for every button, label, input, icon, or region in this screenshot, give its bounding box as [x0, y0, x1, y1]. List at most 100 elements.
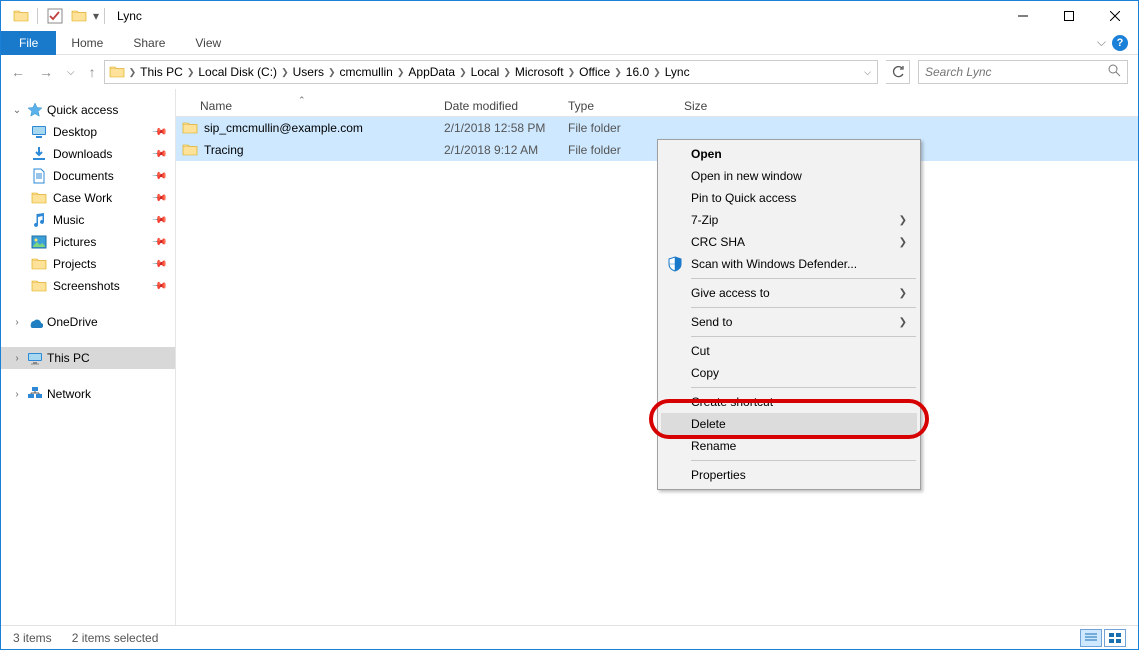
tab-home[interactable]: Home: [56, 32, 118, 54]
col-type[interactable]: Type: [560, 99, 676, 113]
nav-item-desktop[interactable]: Desktop📌: [1, 121, 175, 143]
address-row: ← → ⌵ ↑ ❯ This PC❯ Local Disk (C:)❯ User…: [1, 55, 1138, 89]
large-icons-view-button[interactable]: [1104, 629, 1126, 647]
chevron-right-icon[interactable]: ❯: [610, 67, 626, 78]
search-icon[interactable]: [1108, 64, 1121, 80]
network-icon: [27, 386, 43, 402]
desktop-icon: [31, 124, 47, 140]
pin-icon: 📌: [150, 124, 167, 141]
pin-icon: 📌: [150, 212, 167, 229]
cm-delete[interactable]: Delete: [661, 413, 917, 435]
breadcrumb-item[interactable]: This PC❯: [140, 65, 198, 79]
breadcrumb-item[interactable]: Office❯: [579, 65, 626, 79]
maximize-button[interactable]: [1046, 1, 1092, 31]
chevron-right-icon[interactable]: ❯: [183, 67, 199, 78]
history-dropdown-icon[interactable]: ⌵: [67, 67, 75, 78]
chevron-right-icon: ❯: [899, 288, 907, 299]
cm-give-access[interactable]: Give access to❯: [661, 282, 917, 304]
chevron-right-icon: ❯: [899, 215, 907, 226]
cm-defender[interactable]: Scan with Windows Defender...: [661, 253, 917, 275]
cm-open-new-window[interactable]: Open in new window: [661, 165, 917, 187]
breadcrumb-item[interactable]: cmcmullin❯: [340, 65, 409, 79]
refresh-button[interactable]: [886, 60, 910, 84]
cm-crc-sha[interactable]: CRC SHA❯: [661, 231, 917, 253]
cm-copy[interactable]: Copy: [661, 362, 917, 384]
breadcrumb-dropdown-icon[interactable]: ⌵: [858, 67, 877, 78]
file-tab[interactable]: File: [1, 31, 56, 55]
nav-item-music[interactable]: Music📌: [1, 209, 175, 231]
search-box[interactable]: [918, 60, 1128, 84]
breadcrumb-item[interactable]: AppData❯: [408, 65, 470, 79]
chevron-right-icon[interactable]: ›: [11, 353, 23, 364]
nav-item-pictures[interactable]: Pictures📌: [1, 231, 175, 253]
qat-dropdown-icon[interactable]: ▾: [93, 9, 99, 23]
col-size[interactable]: Size: [676, 99, 756, 113]
nav-item-screenshots[interactable]: Screenshots📌: [1, 275, 175, 297]
separator: [691, 336, 916, 337]
cm-properties[interactable]: Properties: [661, 464, 917, 486]
breadcrumb-item[interactable]: Users❯: [293, 65, 340, 79]
details-view-button[interactable]: [1080, 629, 1102, 647]
pictures-icon: [31, 234, 47, 250]
breadcrumb-item[interactable]: Local Disk (C:)❯: [198, 65, 292, 79]
nav-item-casework[interactable]: Case Work📌: [1, 187, 175, 209]
breadcrumb-item[interactable]: Lync: [665, 65, 690, 79]
properties-check-icon[interactable]: [43, 5, 66, 28]
chevron-right-icon[interactable]: ❯: [277, 67, 293, 78]
minimize-button[interactable]: [1000, 1, 1046, 31]
view-toggles: [1080, 629, 1126, 647]
col-name[interactable]: Name⌃: [176, 99, 436, 113]
cm-7zip[interactable]: 7-Zip❯: [661, 209, 917, 231]
star-icon: [27, 102, 43, 118]
tab-share[interactable]: Share: [118, 32, 180, 54]
nav-item-documents[interactable]: Documents📌: [1, 165, 175, 187]
chevron-right-icon[interactable]: ›: [11, 389, 23, 400]
chevron-right-icon[interactable]: ❯: [125, 67, 141, 78]
breadcrumb-item[interactable]: 16.0❯: [626, 65, 665, 79]
chevron-right-icon[interactable]: ❯: [455, 67, 471, 78]
cm-rename[interactable]: Rename: [661, 435, 917, 457]
chevron-right-icon[interactable]: ❯: [564, 67, 580, 78]
column-headers: Name⌃ Date modified Type Size: [176, 89, 1138, 117]
close-button[interactable]: [1092, 1, 1138, 31]
chevron-right-icon[interactable]: ❯: [499, 67, 515, 78]
nav-buttons: ← → ⌵ ↑: [11, 64, 96, 80]
shield-icon: [667, 256, 683, 272]
table-row[interactable]: sip_cmcmullin@example.com 2/1/2018 12:58…: [176, 117, 1138, 139]
chevron-right-icon[interactable]: ›: [11, 317, 23, 328]
breadcrumb-item[interactable]: Microsoft❯: [515, 65, 579, 79]
window-title: Lync: [117, 9, 142, 23]
chevron-right-icon[interactable]: ❯: [324, 67, 340, 78]
tab-view[interactable]: View: [180, 32, 236, 54]
cm-cut[interactable]: Cut: [661, 340, 917, 362]
music-icon: [31, 212, 47, 228]
chevron-down-icon[interactable]: ⌄: [11, 105, 23, 116]
nav-quick-access[interactable]: ⌄ Quick access: [1, 99, 175, 121]
search-input[interactable]: [925, 65, 1108, 79]
nav-network[interactable]: ›Network: [1, 383, 175, 405]
help-icon[interactable]: ?: [1112, 35, 1128, 51]
nav-group-quick-access: ⌄ Quick access Desktop📌 Downloads📌 Docum…: [1, 99, 175, 297]
forward-button[interactable]: →: [39, 64, 53, 80]
onedrive-icon: [27, 314, 43, 330]
cm-pin-quick-access[interactable]: Pin to Quick access: [661, 187, 917, 209]
cm-open[interactable]: Open: [661, 143, 917, 165]
breadcrumb[interactable]: ❯ This PC❯ Local Disk (C:)❯ Users❯ cmcmu…: [104, 60, 878, 84]
chevron-right-icon[interactable]: ❯: [649, 67, 665, 78]
cm-send-to[interactable]: Send to❯: [661, 311, 917, 333]
folder-icon: [182, 120, 198, 136]
nav-item-downloads[interactable]: Downloads📌: [1, 143, 175, 165]
chevron-right-icon[interactable]: ❯: [393, 67, 409, 78]
nav-this-pc[interactable]: ›This PC: [1, 347, 175, 369]
window-controls: [1000, 1, 1138, 31]
ribbon-expand-icon[interactable]: ⌵: [1097, 35, 1106, 50]
back-button[interactable]: ←: [11, 64, 25, 80]
cm-create-shortcut[interactable]: Create shortcut: [661, 391, 917, 413]
col-date[interactable]: Date modified: [436, 99, 560, 113]
nav-onedrive[interactable]: ›OneDrive: [1, 311, 175, 333]
nav-item-projects[interactable]: Projects📌: [1, 253, 175, 275]
up-button[interactable]: ↑: [89, 64, 96, 80]
pin-icon: 📌: [150, 146, 167, 163]
separator: [104, 8, 105, 24]
breadcrumb-item[interactable]: Local❯: [471, 65, 515, 79]
